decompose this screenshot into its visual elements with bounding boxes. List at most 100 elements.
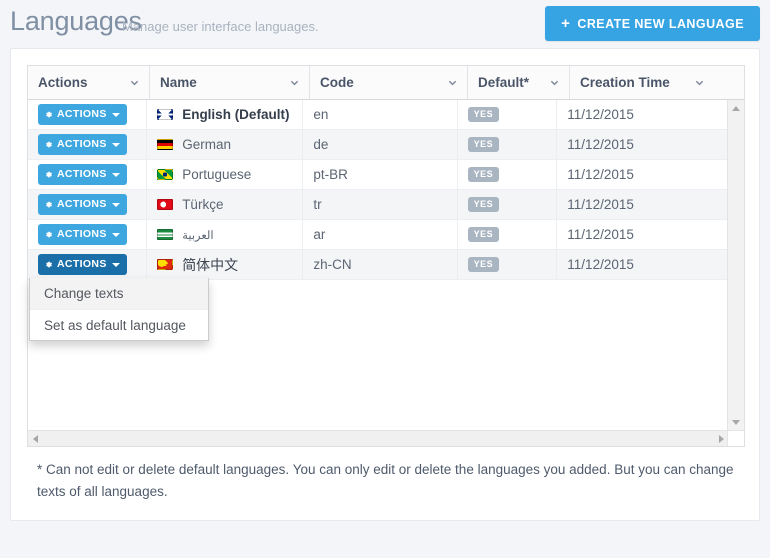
cell-creation-time: 11/12/2015 (567, 257, 634, 272)
table-row[interactable]: ACTIONS English (Default) en YES 11/12/2015 (28, 100, 729, 130)
page-subtitle: Manage user interface languages. (122, 19, 319, 34)
arrow-up-icon[interactable] (732, 106, 740, 111)
cell-actions: ACTIONS (28, 100, 148, 129)
cell-name: 简体中文 (147, 250, 304, 279)
cell-default: YES (458, 100, 558, 129)
table-row[interactable]: ACTIONS Türkçe tr YES 11/12/2015 (28, 190, 729, 220)
cell-creation-time: 11/12/2015 (567, 197, 634, 212)
cell-creation-time: 11/12/2015 (567, 137, 634, 152)
caret-down-icon (111, 262, 120, 267)
language-name: 简体中文 (182, 256, 239, 273)
arrow-left-icon[interactable] (33, 435, 38, 443)
cell-default: YES (458, 190, 558, 219)
column-header-name-label: Name (160, 75, 197, 90)
chevron-down-icon[interactable] (448, 78, 457, 87)
flag-turkey-icon (157, 199, 174, 210)
table-row[interactable]: ACTIONS Portuguese pt-BR YES 11/12/2015 (28, 160, 729, 190)
cell-code: de (303, 130, 458, 159)
row-actions-button[interactable]: ACTIONS (38, 134, 127, 155)
cell-actions: ACTIONS (28, 160, 148, 189)
arrow-right-icon[interactable] (719, 435, 724, 443)
caret-down-icon (111, 172, 120, 177)
language-name: German (182, 137, 231, 152)
row-actions-button[interactable]: ACTIONS (38, 194, 127, 215)
page-header: Languages Manage user interface language… (0, 0, 770, 48)
flag-uk-icon (157, 109, 174, 120)
table-row[interactable]: ACTIONS 简体中文 zh-CN YES 11/12/2015 (28, 250, 729, 280)
cell-default: YES (458, 160, 558, 189)
row-actions-button[interactable]: ACTIONS (38, 224, 127, 245)
chevron-down-icon[interactable] (550, 78, 559, 87)
cell-actions: ACTIONS (28, 220, 148, 249)
row-actions-button[interactable]: ACTIONS (38, 104, 127, 125)
row-actions-label: ACTIONS (57, 198, 107, 211)
column-header-default-label: Default* (478, 75, 530, 90)
caret-down-icon (111, 112, 120, 117)
row-actions-label: ACTIONS (57, 228, 107, 241)
caret-down-icon (111, 232, 120, 237)
row-actions-label: ACTIONS (57, 108, 107, 121)
dropdown-menu-item[interactable]: Change texts (30, 278, 208, 309)
row-actions-button[interactable]: ACTIONS (38, 254, 127, 275)
chevron-down-icon[interactable] (130, 78, 139, 87)
arrow-down-icon[interactable] (732, 420, 740, 425)
cell-name: Portuguese (147, 160, 304, 189)
row-actions-button[interactable]: ACTIONS (38, 164, 127, 185)
grid-body: ACTIONS English (Default) en YES 11/12/2015 A… (28, 100, 729, 431)
cell-actions: ACTIONS (28, 250, 148, 279)
cell-name: العربية (147, 220, 304, 249)
flag-germany-icon (157, 139, 174, 150)
cell-default: YES (458, 220, 558, 249)
grid-header-row: Actions Name Code Default* Creation Time (28, 66, 744, 100)
cell-name: German (147, 130, 304, 159)
cell-actions: ACTIONS (28, 130, 148, 159)
status-badge: YES (467, 197, 500, 212)
create-new-language-label: CREATE NEW LANGUAGE (577, 16, 744, 31)
table-row[interactable]: ACTIONS العربية ar YES 11/12/2015 (28, 220, 729, 250)
dropdown-menu-item[interactable]: Set as default language (30, 309, 208, 340)
cell-creation-time: 11/12/2015 (567, 167, 634, 182)
cell-name: Türkçe (147, 190, 304, 219)
cell-creation-time: 11/12/2015 (567, 107, 634, 122)
plus-icon: + (561, 15, 571, 32)
languages-grid: Actions Name Code Default* Creation Time… (27, 65, 745, 447)
cell-code: en (303, 100, 458, 129)
cell-creation-time: 11/12/2015 (567, 227, 634, 242)
flag-saudi-icon (157, 229, 174, 240)
status-badge: YES (467, 257, 500, 272)
status-badge: YES (467, 107, 500, 122)
vertical-scrollbar[interactable] (727, 100, 744, 431)
chevron-down-icon[interactable] (290, 78, 299, 87)
flag-china-icon (157, 259, 174, 270)
row-actions-label: ACTIONS (57, 168, 107, 181)
row-actions-label: ACTIONS (57, 258, 107, 271)
horizontal-scrollbar[interactable] (28, 430, 729, 446)
language-name: العربية (182, 229, 214, 242)
caret-down-icon (111, 142, 120, 147)
flag-brazil-icon (157, 169, 174, 180)
caret-down-icon (111, 202, 120, 207)
chevron-down-icon[interactable] (695, 78, 704, 87)
scrollbar-corner (727, 430, 744, 446)
column-header-creation-time[interactable]: Creation Time (570, 66, 744, 99)
column-header-actions[interactable]: Actions (28, 66, 150, 99)
column-header-default[interactable]: Default* (468, 66, 570, 99)
column-header-name[interactable]: Name (150, 66, 310, 99)
language-name: Portuguese (182, 167, 252, 182)
table-row[interactable]: ACTIONS German de YES 11/12/2015 (28, 130, 729, 160)
cell-default: YES (458, 250, 558, 279)
row-actions-label: ACTIONS (57, 138, 107, 151)
cell-actions: ACTIONS (28, 190, 148, 219)
cell-code: ar (303, 220, 458, 249)
column-header-code-label: Code (320, 75, 354, 90)
create-new-language-button[interactable]: + CREATE NEW LANGUAGE (545, 6, 760, 41)
status-badge: YES (467, 227, 500, 242)
status-badge: YES (467, 167, 500, 182)
cell-code: pt-BR (303, 160, 458, 189)
column-header-code[interactable]: Code (310, 66, 468, 99)
actions-dropdown-menu[interactable]: Change texts Set as default language (29, 278, 209, 341)
content-card: Actions Name Code Default* Creation Time… (10, 48, 760, 521)
cell-code: tr (303, 190, 458, 219)
footnote-text: * Can not edit or delete default languag… (37, 462, 734, 499)
status-badge: YES (467, 137, 500, 152)
